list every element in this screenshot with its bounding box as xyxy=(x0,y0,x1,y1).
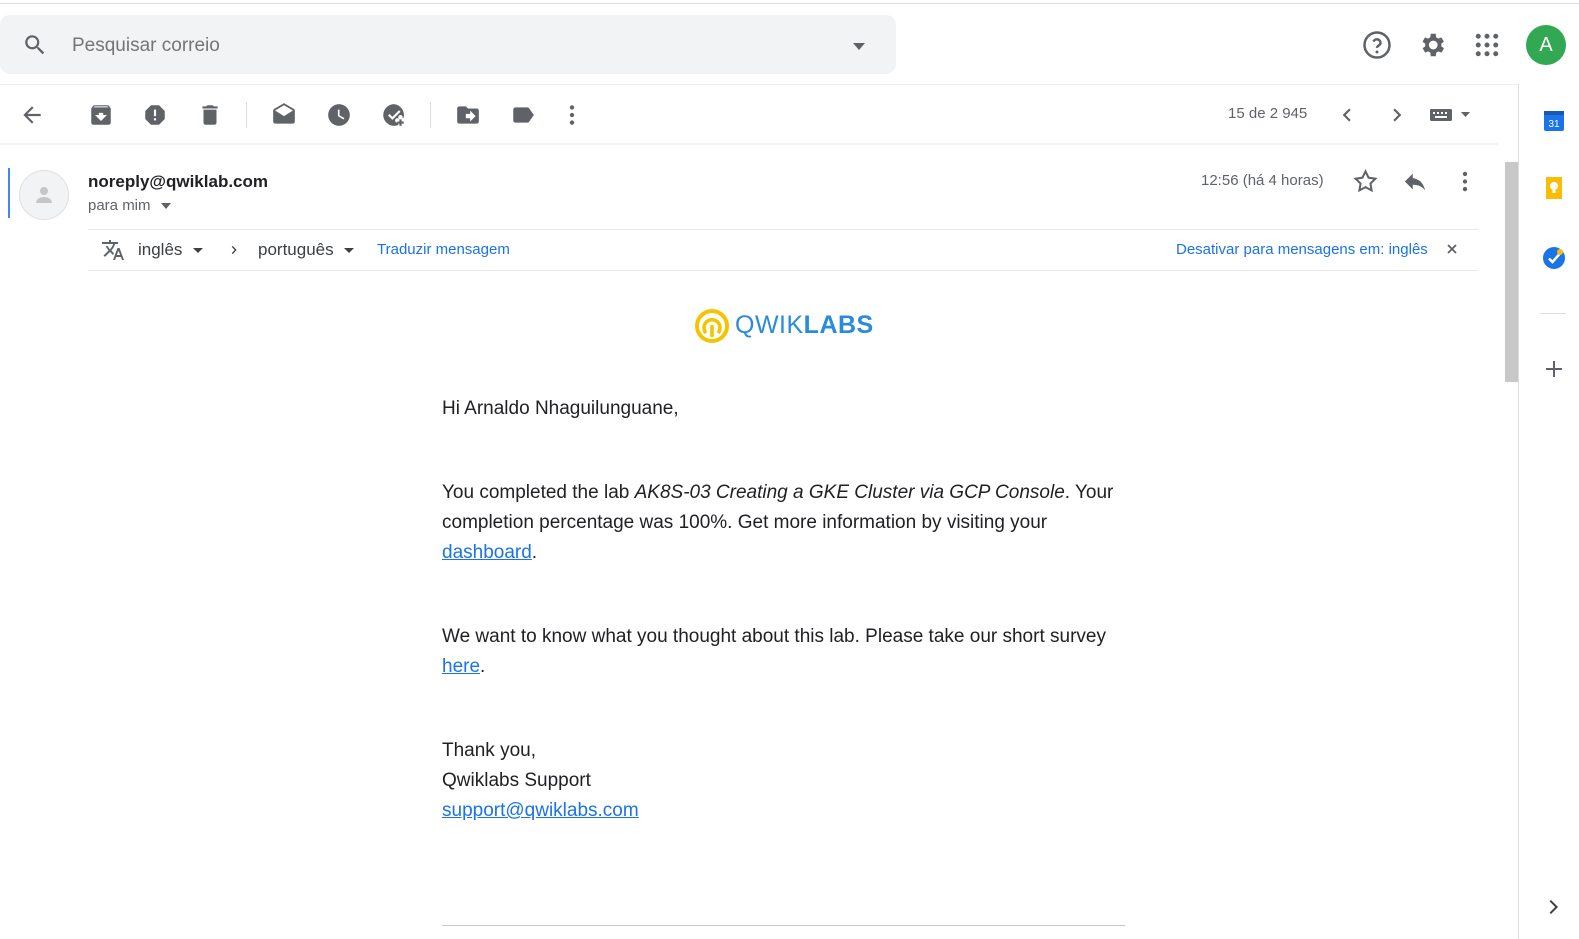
target-language-select[interactable]: português xyxy=(258,240,355,260)
move-to-icon xyxy=(457,106,479,124)
support-email[interactable]: support@qwiklabs.com xyxy=(442,800,639,821)
star-icon[interactable] xyxy=(1352,168,1379,195)
lab-title: AK8S-03 Creating a GKE Cluster via GCP C… xyxy=(634,482,1065,503)
toolbar-shadow xyxy=(0,143,1498,145)
input-tools-button[interactable] xyxy=(1428,102,1474,128)
mark-unread-icon xyxy=(273,103,295,124)
chevron-down-icon xyxy=(344,248,355,254)
reply-icon[interactable] xyxy=(1401,168,1429,195)
logo-text-bold: LABS xyxy=(803,311,874,339)
p1-suffix: . xyxy=(531,542,538,563)
report-spam-icon xyxy=(145,105,165,125)
completion-paragraph: You completed the lab AK8S-03 Creating a… xyxy=(442,478,1142,568)
back-button[interactable] xyxy=(19,102,45,128)
close-icon[interactable] xyxy=(1446,243,1458,255)
report-spam-button[interactable] xyxy=(142,102,168,128)
tasks-icon[interactable] xyxy=(1541,245,1567,271)
footer-divider xyxy=(442,925,1125,926)
add-task-icon xyxy=(383,104,404,126)
side-panel-separator xyxy=(1540,313,1566,314)
calendar-icon[interactable]: 31 xyxy=(1541,107,1567,133)
support-email-link[interactable]: support@qwiklabs.com xyxy=(442,796,639,826)
recipient-label: para mim xyxy=(88,197,151,214)
chevron-down-icon xyxy=(193,248,204,254)
archive-button[interactable] xyxy=(88,102,114,128)
side-panel xyxy=(1518,84,1579,939)
archive-icon xyxy=(91,105,111,125)
top-border xyxy=(0,3,1579,4)
expand-panel-icon[interactable] xyxy=(1541,894,1567,920)
p2-prefix: We want to know what you thought about t… xyxy=(442,626,1106,647)
disable-translation-link[interactable]: Desativar para mensagens em: inglês xyxy=(1176,241,1428,258)
sender-avatar[interactable] xyxy=(19,170,69,220)
chevron-right-icon xyxy=(231,246,237,254)
chevron-left-icon xyxy=(1342,108,1351,122)
snooze-button[interactable] xyxy=(326,102,352,128)
message-more-icon[interactable] xyxy=(1452,168,1478,195)
apps-grid-icon[interactable] xyxy=(1472,30,1502,60)
snooze-icon xyxy=(328,104,350,126)
keep-icon[interactable] xyxy=(1541,175,1567,201)
signature: Qwiklabs Support xyxy=(442,770,591,791)
search-options-caret-icon[interactable] xyxy=(850,40,868,52)
signoff: Thank you, xyxy=(442,740,536,761)
move-to-button[interactable] xyxy=(455,102,481,128)
more-vert-icon xyxy=(569,105,575,125)
translate-bar: inglês português Traduzir mensagem Desat… xyxy=(88,229,1478,271)
sender-email[interactable]: noreply@qwiklab.com xyxy=(88,172,268,192)
label-icon xyxy=(513,107,534,123)
toolbar-separator xyxy=(430,102,431,128)
delete-button[interactable] xyxy=(197,102,223,128)
back-icon xyxy=(23,106,41,124)
dashboard-link[interactable]: dashboard xyxy=(442,542,532,563)
keyboard-icon xyxy=(1430,109,1470,121)
more-actions-button[interactable] xyxy=(559,102,585,128)
search-bar[interactable] xyxy=(0,15,896,74)
source-language-select[interactable]: inglês xyxy=(138,240,204,260)
recipient-details-toggle[interactable]: para mim xyxy=(88,197,172,214)
translate-message-link[interactable]: Traduzir mensagem xyxy=(377,241,510,258)
person-icon xyxy=(36,187,52,203)
calendar-day: 31 xyxy=(1548,119,1560,130)
older-button[interactable] xyxy=(1384,102,1410,128)
label-button[interactable] xyxy=(510,102,536,128)
message-selection-bar xyxy=(8,168,10,218)
toolbar-separator xyxy=(246,102,247,128)
survey-link[interactable]: here xyxy=(442,656,480,677)
search-icon[interactable] xyxy=(22,32,48,58)
greeting: Hi Arnaldo Nhaguilunguane, xyxy=(442,398,679,419)
account-avatar[interactable]: A xyxy=(1526,25,1566,65)
chevron-right-icon xyxy=(1393,108,1402,122)
p1-prefix: You completed the lab xyxy=(442,482,635,503)
header-divider xyxy=(0,84,1518,85)
newer-button[interactable] xyxy=(1334,102,1360,128)
survey-paragraph: We want to know what you thought about t… xyxy=(442,622,1142,682)
logo-text-light: QWIK xyxy=(735,311,804,339)
mark-unread-button[interactable] xyxy=(271,102,297,128)
target-language-label: português xyxy=(258,240,334,259)
delete-icon xyxy=(202,105,218,125)
translate-icon xyxy=(102,240,124,260)
message-timestamp: 12:56 (há 4 horas) xyxy=(1201,172,1324,189)
add-addon-icon[interactable] xyxy=(1541,356,1567,382)
qwiklabs-logo-icon xyxy=(695,309,729,343)
search-input[interactable] xyxy=(70,30,814,62)
qwiklabs-logo-text: QWIKLABS xyxy=(735,311,874,340)
settings-gear-icon[interactable] xyxy=(1417,30,1447,60)
add-to-tasks-button[interactable] xyxy=(381,102,407,128)
source-language-label: inglês xyxy=(138,240,183,259)
help-icon[interactable] xyxy=(1362,30,1392,60)
p2-suffix: . xyxy=(480,656,486,677)
pagination-count: 15 de 2 945 xyxy=(1228,105,1308,122)
chevron-down-icon xyxy=(160,203,171,210)
scrollbar-thumb[interactable] xyxy=(1505,162,1518,382)
